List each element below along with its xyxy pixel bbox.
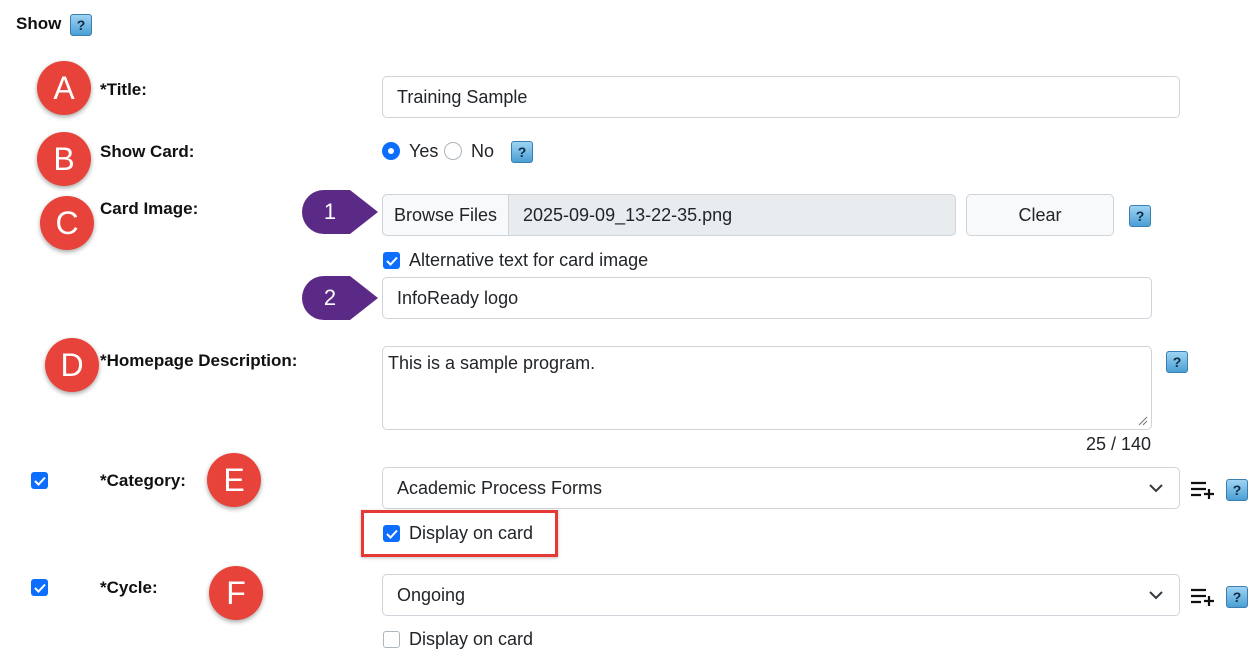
callout-1: 1 — [302, 190, 378, 234]
clear-button[interactable]: Clear — [966, 194, 1114, 236]
card-image-help-icon[interactable]: ? — [1129, 205, 1151, 227]
marker-c: C — [40, 196, 94, 250]
homepage-description-label: *Homepage Description: — [100, 351, 298, 370]
chevron-down-icon — [1149, 591, 1163, 600]
cycle-select[interactable]: Ongoing — [382, 574, 1180, 616]
show-card-no-label: No — [471, 141, 495, 161]
cycle-help-icon[interactable]: ? — [1226, 586, 1248, 608]
show-card-yes-radio[interactable] — [382, 142, 400, 160]
category-help-icon[interactable]: ? — [1226, 479, 1248, 501]
marker-f: F — [209, 566, 263, 620]
cycle-label: *Cycle: — [100, 578, 158, 597]
marker-e: E — [207, 453, 261, 507]
show-card-help-icon[interactable]: ? — [511, 141, 533, 163]
cycle-add-list-icon[interactable] — [1190, 587, 1216, 607]
marker-b: B — [37, 132, 91, 186]
callout-2-number: 2 — [323, 285, 337, 310]
homepage-description-help-icon[interactable]: ? — [1166, 351, 1188, 373]
title-input[interactable]: Training Sample — [382, 76, 1180, 118]
cycle-selected-value: Ongoing — [397, 584, 466, 605]
check-icon — [33, 583, 46, 593]
cycle-enable-checkbox[interactable] — [31, 579, 48, 596]
card-image-label: Card Image: — [100, 199, 199, 218]
resize-grip-icon[interactable] — [1138, 416, 1148, 426]
show-card-label: Show Card: — [100, 142, 195, 161]
category-add-list-icon[interactable] — [1190, 480, 1216, 500]
show-card-yes-label: Yes — [409, 141, 439, 161]
cycle-display-on-card-checkbox[interactable] — [383, 631, 400, 648]
marker-a: A — [37, 61, 91, 115]
category-display-on-card-checkbox[interactable] — [383, 525, 400, 542]
check-icon — [33, 476, 46, 486]
section-help-icon[interactable]: ? — [70, 14, 92, 36]
browse-files-button[interactable]: Browse Files — [383, 195, 509, 235]
check-icon — [385, 529, 398, 539]
category-select[interactable]: Academic Process Forms — [382, 467, 1180, 509]
alt-text-input[interactable]: InfoReady logo — [382, 277, 1152, 319]
category-enable-checkbox[interactable] — [31, 472, 48, 489]
category-display-on-card-label: Display on card — [409, 523, 534, 543]
callout-1-number: 1 — [323, 199, 337, 224]
callout-2: 2 — [302, 276, 378, 320]
show-card-no-radio[interactable] — [444, 142, 462, 160]
category-selected-value: Academic Process Forms — [397, 477, 603, 498]
alt-text-checkbox-label: Alternative text for card image — [409, 250, 649, 270]
check-icon — [385, 256, 398, 266]
chevron-down-icon — [1149, 484, 1163, 493]
card-image-filename: 2025-09-09_13-22-35.png — [523, 205, 733, 225]
category-label: *Category: — [100, 471, 186, 490]
alt-text-checkbox[interactable] — [383, 252, 400, 269]
homepage-description-textarea[interactable]: This is a sample program. — [382, 346, 1152, 430]
title-label: *Title: — [100, 80, 147, 99]
section-title: Show — [16, 14, 62, 33]
homepage-description-text: This is a sample program. — [388, 353, 596, 373]
homepage-description-counter: 25 / 140 — [1086, 434, 1152, 454]
marker-d: D — [45, 338, 99, 392]
cycle-display-on-card-label: Display on card — [409, 629, 534, 649]
